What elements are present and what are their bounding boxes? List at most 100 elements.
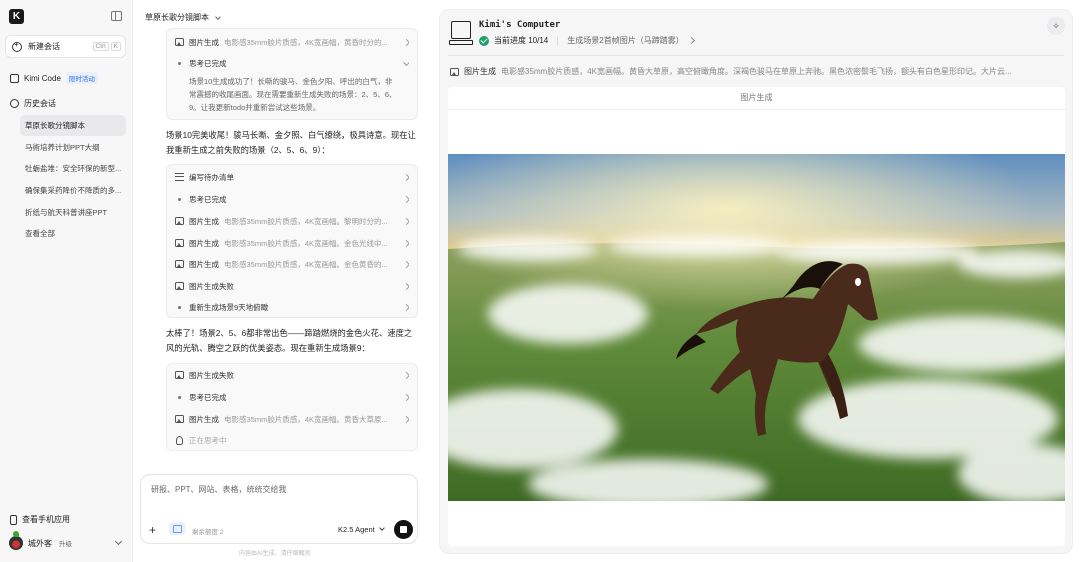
step-image-generation[interactable]: 图片生成 电影感35mm胶片质感，4K宽画幅。黄昏大草原... (175, 412, 409, 426)
step-image-generation[interactable]: 图片生成 电影感35mm胶片质感，4K宽画幅。金色光线中... (175, 236, 409, 250)
viewer-title: 图片生成 (740, 93, 773, 102)
image-icon (175, 415, 184, 423)
step-label: 图片生成失败 (189, 370, 234, 380)
chat-input-box[interactable]: 研报、PPT、网站、表格，统统交给我 + 剩余额度 2 K2.5 Agent (140, 474, 418, 544)
chevron-right-icon (402, 393, 409, 401)
step-image-generation[interactable]: 图片生成 电影感35mm胶片质感，4K宽画幅。金色黄昏的... (175, 257, 409, 271)
quota-label: 剩余额度 2 (192, 529, 224, 536)
progress-row[interactable]: 当前进度 10/14 生成场景2首帧图片（马蹄踏雾） (479, 35, 695, 46)
agent-steps-panel: 图片生成失败 思考已完成 图片生成 电影感35mm胶片质感，4K宽画幅。黄昏大草… (166, 363, 418, 451)
history-item[interactable]: 折纸与航天科普讲座PPT (20, 202, 126, 223)
bullet-icon (178, 197, 181, 201)
bullet-icon (178, 61, 181, 65)
assistant-message: 太棒了！场景2、5、6都非常出色——蹄踏燃烧的金色火花、速度之风的光轨、腾空之跃… (166, 328, 413, 353)
image-icon (175, 38, 184, 46)
model-selector[interactable]: K2.5 Agent (338, 525, 385, 534)
mobile-app-label: 查看手机应用 (22, 515, 70, 524)
chevron-down-icon (114, 537, 123, 546)
chevron-right-icon (402, 38, 409, 46)
new-chat-icon (12, 40, 22, 52)
attach-plus-icon[interactable]: + (149, 523, 156, 537)
current-command: 图片生成 电影感35mm胶片质感，4K宽画幅。黄昏大草原，高空俯瞰角度。深褐色骏… (450, 66, 1062, 77)
step-label: 思考已完成 (189, 392, 227, 402)
step-thinking-in-progress[interactable]: 正在思考中 (175, 433, 409, 447)
step-regenerate[interactable]: 重新生成场景9天地俯瞰 (175, 300, 409, 314)
step-todo[interactable]: 编写待办清单 (175, 170, 409, 184)
bullet-icon (178, 395, 181, 399)
step-label: 图片生成 (189, 414, 219, 424)
code-icon (10, 73, 19, 83)
history-item[interactable]: 马術培养计划PPT大纲 (20, 137, 126, 158)
command-desc: 电影感35mm胶片质感，4K宽画幅。黄昏大草原，高空俯瞰角度。深褐色骏马在草原上… (501, 67, 1012, 76)
chevron-right-icon (402, 260, 409, 268)
step-desc: 电影感35mm胶片质感，4K宽画幅。金色光线中... (224, 238, 388, 248)
mobile-app-link[interactable]: 查看手机应用 (10, 514, 70, 525)
step-thinking[interactable]: 思考已完成 (175, 390, 409, 404)
chevron-right-icon (402, 173, 409, 181)
chat-input[interactable]: 研报、PPT、网站、表格，统统交给我 (151, 484, 287, 495)
agent-steps-panel: 编写待办清单 思考已完成 图片生成 电影感35mm胶片质感，4K宽画幅。黎明时分… (166, 164, 418, 318)
tool-toggle-icon[interactable] (169, 522, 185, 535)
sidebar-collapse-icon[interactable] (111, 11, 122, 21)
image-viewer: 图片生成 (448, 87, 1065, 546)
kimi-logo[interactable]: K (9, 9, 24, 24)
step-label: 图片生成 (189, 259, 219, 269)
user-menu[interactable]: 城外客 升级 (9, 531, 125, 550)
step-label: 图片生成 (189, 216, 219, 226)
step-label: 编写待办清单 (189, 172, 234, 182)
step-desc: 电影感35mm胶片质感，4K宽画幅，黄昏时分的... (224, 37, 388, 47)
history-label: 历史会话 (24, 99, 56, 108)
image-icon (175, 217, 184, 225)
chevron-right-icon (402, 282, 409, 290)
kimi-computer-panel: Kimi's Computer 当前进度 10/14 生成场景2首帧图片（马蹄踏… (439, 9, 1073, 554)
command-label: 图片生成 (464, 67, 496, 76)
step-thinking[interactable]: 思考已完成 (175, 56, 409, 70)
new-chat-button[interactable]: 新建会话 Ctrl K (5, 35, 126, 58)
history-item[interactable]: 确保集采药降价不降质的多... (20, 180, 126, 201)
sidebar-history-header[interactable]: 历史会话 (10, 98, 56, 109)
model-label: K2.5 Agent (338, 525, 375, 534)
step-thinking[interactable]: 思考已完成 (175, 192, 409, 206)
phone-icon (10, 514, 17, 525)
image-icon (175, 260, 184, 268)
lightbulb-icon (176, 435, 183, 445)
shortcut-hint: Ctrl K (92, 42, 121, 51)
panel-title: Kimi's Computer (479, 20, 561, 30)
ai-disclaimer: 内容由AI生成，请仔细甄别 (239, 551, 311, 557)
chat-title-dropdown[interactable]: 草原长歌分镜脚本 (145, 12, 221, 23)
view-all-history-link[interactable]: 查看全部 (20, 223, 126, 244)
step-label: 图片生成 (189, 238, 219, 248)
upgrade-link[interactable]: 升级 (59, 538, 72, 548)
history-item[interactable]: 牡蛎盐堆：安全环保的新型... (20, 158, 126, 179)
chevron-right-icon (402, 371, 409, 379)
thought-content: 场景10生成成功了！长嘶的骏马、金色夕阳、呼出的白气，非常震撼的收尾画面。现在需… (189, 77, 397, 112)
generated-horse-image[interactable] (448, 154, 1065, 501)
step-image-generation[interactable]: 图片生成 电影感35mm胶片质感，4K宽画幅。黎明时分的... (175, 214, 409, 228)
chevron-right-icon (402, 217, 409, 225)
sidebar: K 新建会话 Ctrl K Kimi Code 限时活动 历史会话 草原长歌分镜… (0, 0, 133, 562)
bullet-icon (178, 305, 181, 309)
history-item[interactable]: 草原长歌分镜脚本 (20, 115, 126, 136)
agent-steps-panel: 图片生成 电影感35mm胶片质感，4K宽画幅，黄昏时分的... 思考已完成 场景… (166, 28, 418, 120)
step-image-generation[interactable]: 图片生成 电影感35mm胶片质感，4K宽画幅，黄昏时分的... (175, 35, 409, 49)
step-label: 思考已完成 (189, 58, 227, 68)
step-desc: 电影感35mm胶片质感，4K宽画幅。金色黄昏的... (224, 259, 388, 269)
user-name: 城外客 (28, 538, 52, 548)
step-image-failed[interactable]: 图片生成失败 (175, 368, 409, 382)
step-label: 重新生成场景9天地俯瞰 (189, 302, 269, 312)
image-icon (175, 239, 184, 247)
chevron-down-icon (215, 13, 221, 20)
step-label: 正在思考中 (189, 435, 227, 445)
sparkle-icon[interactable]: ✧ (1047, 17, 1065, 35)
sidebar-item-kimi-code[interactable]: Kimi Code 限时活动 (10, 72, 98, 84)
chevron-right-icon (687, 36, 695, 45)
stop-button[interactable] (394, 520, 413, 539)
avatar (9, 531, 23, 550)
chevron-right-icon (402, 239, 409, 247)
computer-icon (449, 21, 473, 45)
assistant-message: 场景10完美收尾！骏马长嘶、金夕照、白气缭绕，极具诗意。现在让我重新生成之前失败… (166, 130, 416, 155)
chat-title: 草原长歌分镜脚本 (145, 13, 209, 22)
step-image-failed[interactable]: 图片生成失败 (175, 279, 409, 293)
divider (448, 55, 1064, 56)
chevron-down-icon (378, 525, 385, 531)
